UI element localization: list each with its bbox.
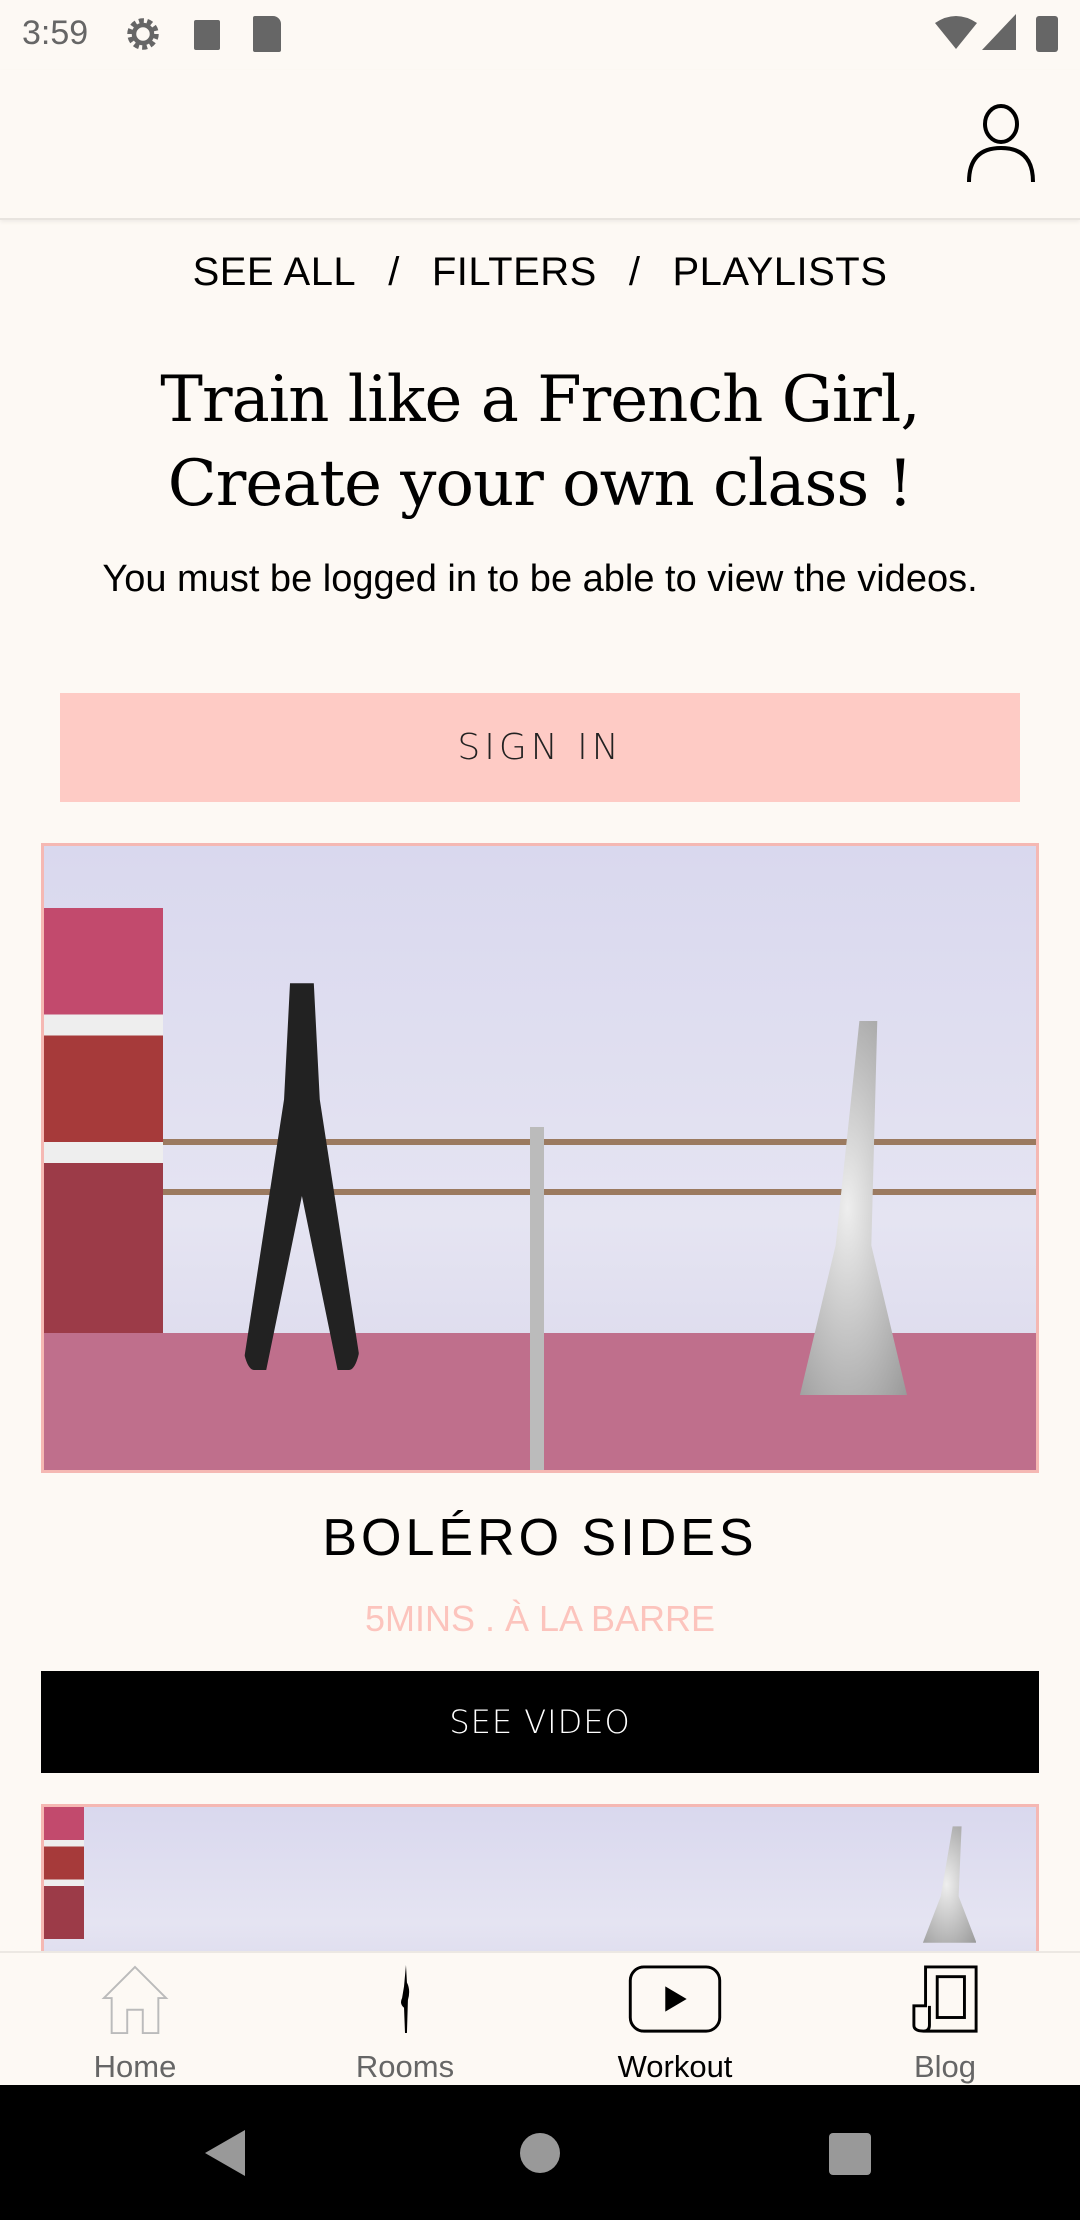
sd-card-icon — [253, 16, 281, 52]
nav-rooms-label: Rooms — [355, 2049, 455, 2084]
page-title: Train like a French Girl, Create your ow… — [160, 363, 920, 521]
see-video-button[interactable]: SEE VIDEO — [41, 1671, 1039, 1773]
recents-icon[interactable] — [829, 2133, 871, 2175]
signal-icon — [982, 14, 1016, 50]
system-nav-bar — [0, 2085, 1080, 2220]
nav-blog-label: Blog — [913, 2049, 977, 2084]
play-icon — [628, 1965, 722, 2033]
separator: / — [388, 250, 400, 294]
home-button-icon[interactable] — [520, 2133, 560, 2173]
filters-link[interactable]: FILTERS — [432, 250, 597, 294]
status-bar: 3:59 — [0, 0, 1080, 70]
playlists-link[interactable]: PLAYLISTS — [672, 250, 887, 294]
nav-workout-label: Workout — [617, 2049, 733, 2084]
video-meta: 5MINS . À LA BARRE — [364, 1598, 716, 1639]
sign-in-button[interactable]: SIGN IN — [60, 693, 1020, 802]
separator: / — [628, 250, 641, 294]
back-icon[interactable] — [205, 2130, 245, 2176]
battery-icon — [1036, 16, 1058, 52]
nav-blog[interactable]: Blog — [810, 1953, 1080, 2085]
bottom-nav: Home Rooms Workout Blog — [0, 1951, 1080, 2085]
wifi-icon — [935, 16, 977, 49]
a-icon — [194, 20, 220, 50]
nav-rooms[interactable]: Rooms — [270, 1953, 540, 2085]
user-icon[interactable] — [966, 104, 1036, 184]
login-notice: You must be logged in to be able to view… — [102, 558, 978, 600]
nav-home[interactable]: Home — [0, 1953, 270, 2085]
gear-icon — [127, 18, 159, 50]
app-header — [0, 70, 1080, 220]
clock: 3:59 — [22, 14, 89, 52]
nav-home-label: Home — [93, 2049, 177, 2084]
home-icon — [101, 1965, 169, 2035]
breadcrumb: SEE ALL / FILTERS / PLAYLISTS — [0, 250, 1080, 295]
video-thumbnail[interactable] — [41, 843, 1039, 1473]
see-all-link[interactable]: SEE ALL — [193, 250, 357, 294]
nav-workout[interactable]: Workout — [540, 1953, 810, 2085]
dancer-icon — [400, 1965, 410, 2034]
scroll-icon — [912, 1965, 978, 2033]
video-title: BOLÉRO SIDES — [322, 1509, 758, 1567]
